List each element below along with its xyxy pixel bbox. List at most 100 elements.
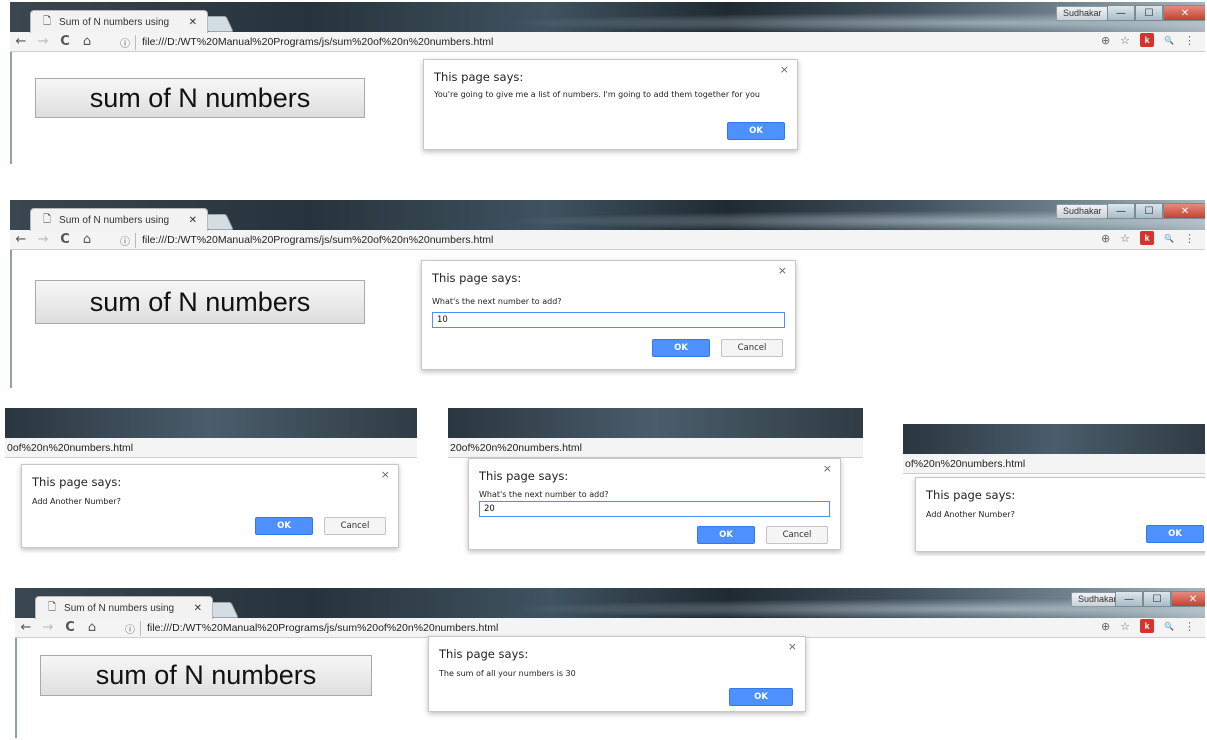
dialog-message: Add Another Number? <box>32 497 121 506</box>
page-icon: 🗋 <box>43 213 52 225</box>
ok-button[interactable]: OK <box>697 526 755 544</box>
number-input[interactable]: 10 <box>432 312 785 328</box>
tab-close-icon[interactable]: ✕ <box>189 215 197 226</box>
dialog-close-icon[interactable]: × <box>823 462 832 475</box>
screenshot-add-another-1: 0of%20n%20numbers.html This page says: ×… <box>5 408 417 553</box>
address-bar[interactable]: ⓘ file:///D:/WT%20Manual%20Programs/js/s… <box>120 34 1135 50</box>
maximize-icon[interactable]: ☐ <box>1135 203 1163 219</box>
dialog-message: Add Another Number? <box>926 510 1015 519</box>
dialog-title: This page says: <box>32 475 122 489</box>
dialog-title: This page says: <box>434 70 524 84</box>
maximize-icon[interactable]: ☐ <box>1135 5 1163 21</box>
ok-button[interactable]: OK <box>727 122 785 140</box>
dialog-close-icon[interactable]: × <box>780 63 789 76</box>
alert-dialog-intro: This page says: × You're going to give m… <box>423 59 798 150</box>
reload-icon[interactable]: C <box>59 620 81 635</box>
sum-button[interactable]: sum of N numbers <box>40 655 372 696</box>
dialog-title: This page says: <box>432 271 522 285</box>
extension-icon[interactable]: k <box>1140 33 1155 47</box>
ok-button[interactable]: OK <box>255 517 313 535</box>
toolbar-actions: ⊕ ☆ k 🔍 ⋮ <box>1101 33 1205 47</box>
close-window-icon[interactable]: ✕ <box>1163 203 1205 219</box>
extension-icon[interactable]: k <box>1140 619 1155 633</box>
forward-icon[interactable]: → <box>32 232 54 247</box>
address-bar[interactable]: ⓘ file:///D:/WT%20Manual%20Programs/js/s… <box>125 620 1135 636</box>
screenshot-first-prompt: 🗋 Sum of N numbers using ✕ Sudhakar — ☐ … <box>10 200 1205 388</box>
sum-button[interactable]: sum of N numbers <box>35 78 365 118</box>
tab-close-icon[interactable]: ✕ <box>189 17 197 28</box>
zoom-icon[interactable]: ⊕ <box>1101 232 1110 245</box>
maximize-icon[interactable]: ☐ <box>1143 591 1171 607</box>
title-bar <box>448 408 863 438</box>
window-edge <box>10 52 12 164</box>
user-badge[interactable]: Sudhakar <box>1056 6 1109 21</box>
minimize-icon[interactable]: — <box>1107 5 1135 21</box>
window-controls: — ☐ ✕ <box>1115 591 1205 607</box>
toolbar-actions: ⊕ ☆ k 🔍 ⋮ <box>1101 619 1205 633</box>
info-icon[interactable]: ⓘ <box>120 34 136 50</box>
cancel-button[interactable]: Cancel <box>766 526 828 544</box>
sum-button[interactable]: sum of N numbers <box>35 280 365 324</box>
search-icon[interactable]: 🔍 <box>1164 234 1174 243</box>
tab-title: Sum of N numbers using <box>64 602 175 614</box>
window-controls: — ☐ ✕ <box>1107 203 1205 219</box>
dialog-close-icon[interactable]: × <box>381 468 390 481</box>
url-text: 20of%20n%20numbers.html <box>448 438 863 458</box>
menu-icon[interactable]: ⋮ <box>1184 620 1195 633</box>
star-icon[interactable]: ☆ <box>1120 232 1130 245</box>
window-edge <box>10 250 12 388</box>
browser-tab[interactable]: 🗋 Sum of N numbers using ✕ <box>30 10 208 33</box>
search-icon[interactable]: 🔍 <box>1164 36 1174 45</box>
browser-tab[interactable]: 🗋 Sum of N numbers using ✕ <box>35 596 213 619</box>
dialog-message: The sum of all your numbers is 30 <box>439 669 576 678</box>
number-input[interactable]: 20 <box>479 501 830 517</box>
cancel-button[interactable]: Cancel <box>324 517 386 535</box>
info-icon[interactable]: ⓘ <box>120 232 136 248</box>
screenshot-result: 🗋 Sum of N numbers using ✕ Sudhakar — ☐ … <box>15 588 1205 738</box>
back-icon[interactable]: ← <box>10 232 32 247</box>
star-icon[interactable]: ☆ <box>1120 34 1130 47</box>
ok-button[interactable]: OK <box>729 688 793 706</box>
browser-tab[interactable]: 🗋 Sum of N numbers using ✕ <box>30 208 208 231</box>
home-icon[interactable]: ⌂ <box>76 34 98 49</box>
zoom-icon[interactable]: ⊕ <box>1101 34 1110 47</box>
toolbar-actions: ⊕ ☆ k 🔍 ⋮ <box>1101 231 1205 245</box>
star-icon[interactable]: ☆ <box>1120 620 1130 633</box>
close-window-icon[interactable]: ✕ <box>1171 591 1205 607</box>
title-bar <box>903 424 1205 454</box>
dialog-close-icon[interactable]: × <box>778 264 787 277</box>
reload-icon[interactable]: C <box>54 232 76 247</box>
url-text: 0of%20n%20numbers.html <box>5 438 417 458</box>
page-icon: 🗋 <box>43 15 52 27</box>
toolbar: ← → C ⌂ ⓘ file:///D:/WT%20Manual%20Progr… <box>15 618 1205 638</box>
cancel-button[interactable]: Cancel <box>721 339 783 357</box>
dialog-message: What's the next number to add? <box>432 297 562 306</box>
ok-button[interactable]: OK <box>652 339 710 357</box>
search-icon[interactable]: 🔍 <box>1164 622 1174 631</box>
home-icon[interactable]: ⌂ <box>76 232 98 247</box>
ok-button[interactable]: OK <box>1146 525 1204 543</box>
minimize-icon[interactable]: — <box>1107 203 1135 219</box>
forward-icon[interactable]: → <box>37 620 59 635</box>
minimize-icon[interactable]: — <box>1115 591 1143 607</box>
forward-icon[interactable]: → <box>32 34 54 49</box>
url-text: file:///D:/WT%20Manual%20Programs/js/sum… <box>147 622 499 634</box>
menu-icon[interactable]: ⋮ <box>1184 34 1195 47</box>
back-icon[interactable]: ← <box>10 34 32 49</box>
screenshot-add-another-2: of%20n%20numbers.html This page says: Ad… <box>903 424 1205 556</box>
address-bar[interactable]: ⓘ file:///D:/WT%20Manual%20Programs/js/s… <box>120 232 1135 248</box>
back-icon[interactable]: ← <box>15 620 37 635</box>
menu-icon[interactable]: ⋮ <box>1184 232 1195 245</box>
user-badge[interactable]: Sudhakar <box>1056 204 1109 219</box>
dialog-close-icon[interactable]: × <box>788 640 797 653</box>
toolbar: ← → C ⌂ ⓘ file:///D:/WT%20Manual%20Progr… <box>10 32 1205 52</box>
zoom-icon[interactable]: ⊕ <box>1101 620 1110 633</box>
reload-icon[interactable]: C <box>54 34 76 49</box>
prompt-dialog-second: This page says: × What's the next number… <box>468 458 841 550</box>
info-icon[interactable]: ⓘ <box>125 620 141 636</box>
url-text: file:///D:/WT%20Manual%20Programs/js/sum… <box>142 36 494 48</box>
home-icon[interactable]: ⌂ <box>81 620 103 635</box>
tab-close-icon[interactable]: ✕ <box>194 603 202 614</box>
extension-icon[interactable]: k <box>1140 231 1155 245</box>
close-window-icon[interactable]: ✕ <box>1163 5 1205 21</box>
